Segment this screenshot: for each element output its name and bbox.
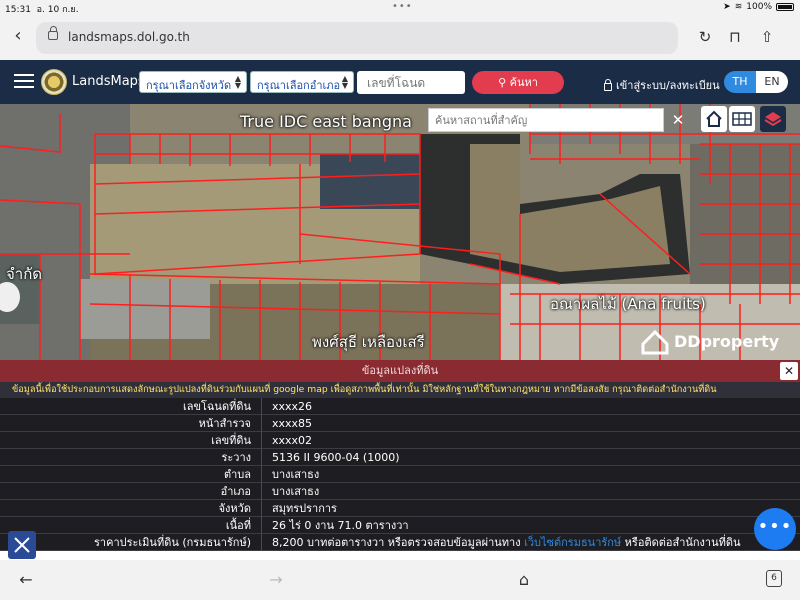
lang-en-button[interactable]: EN (756, 71, 788, 93)
search-button-label: ค้นหา (509, 76, 538, 89)
language-toggle: TH EN (724, 71, 788, 93)
back-arrow-icon[interactable]: ← (16, 570, 36, 590)
browser-toolbar: ‹ landsmaps.dol.go.th ↻ ⊓ ⇧ (0, 16, 800, 60)
province-select-value: กรุณาเลือกจังหวัด (146, 79, 232, 92)
row-key: เลขที่ดิน (0, 432, 262, 449)
reload-icon[interactable]: ↻ (696, 28, 714, 46)
parcel-map (0, 104, 800, 360)
chevron-updown-icon: ▲ ▼ (234, 74, 241, 90)
ddproperty-logo-icon (641, 329, 669, 355)
table-row: อำเภอ บางเสาธง (0, 483, 800, 500)
table-row: หน้าสำรวจ xxxx85 (0, 415, 800, 432)
row-key: เลขโฉนดที่ดิน (0, 398, 262, 415)
row-key: อำเภอ (0, 483, 262, 500)
table-row: ระวาง 5136 II 9600-04 (1000) (0, 449, 800, 466)
deed-number-input[interactable] (357, 71, 465, 94)
login-label: เข้าสู่ระบบ/ลงทะเบียน (616, 79, 720, 92)
lock-icon (604, 78, 612, 91)
address-bar[interactable]: landsmaps.dol.go.th (36, 22, 678, 54)
app-navbar: LandsMaps กรุณาเลือกจังหวัด ▲ ▼ กรุณาเลือ… (0, 60, 800, 104)
tabs-button[interactable]: 6 (766, 570, 782, 587)
row-value: xxxx85 (272, 417, 313, 430)
table-row: เลขที่ดิน xxxx02 (0, 432, 800, 449)
grid-icon[interactable] (729, 106, 755, 132)
price-text: 8,200 บาทต่อตารางวา หรือตรวจสอบข้อมูลผ่า… (272, 536, 525, 549)
dol-logo (41, 69, 67, 95)
bookmark-icon[interactable]: ⊓ (726, 28, 744, 46)
row-value: บางเสาธง (272, 468, 320, 481)
map-canvas[interactable]: True IDC east bangna พงศ์สุธี เหลืองเสรี… (0, 104, 800, 360)
table-row: ราคาประเมินที่ดิน (กรมธนารักษ์) 8,200 บา… (0, 534, 800, 551)
search-icon: ⚲ (498, 76, 507, 89)
measure-tool-icon[interactable] (8, 531, 36, 559)
row-value: สมุทรปราการ (272, 502, 337, 515)
status-right: ➤ ≋ 100% (723, 2, 794, 12)
row-value: 5136 II 9600-04 (1000) (272, 451, 400, 464)
row-value: xxxx26 (272, 400, 313, 413)
map-label-fruits: อณาผลไม้ (Ana fruits) (550, 295, 706, 313)
lang-th-button[interactable]: TH (724, 71, 756, 93)
home-icon[interactable]: ⌂ (514, 570, 534, 590)
price-suffix: หรือติดต่อสำนักงานที่ดิน (621, 536, 741, 549)
browser-back-icon[interactable]: ‹ (8, 26, 28, 46)
district-select[interactable]: กรุณาเลือกอำเภอ ▲ ▼ (250, 71, 354, 93)
map-label-owner: พงศ์สุธี เหลืองเสรี (312, 333, 425, 351)
close-panel-icon[interactable]: ✕ (780, 362, 798, 380)
province-select[interactable]: กรุณาเลือกจังหวัด ▲ ▼ (139, 71, 247, 93)
row-value: 8,200 บาทต่อตารางวา หรือตรวจสอบข้อมูลผ่า… (272, 534, 741, 551)
treasury-website-link[interactable]: เว็บไซต์กรมธนารักษ์ (524, 536, 621, 549)
panel-title: ข้อมูลแปลงที่ดิน (0, 360, 800, 382)
location-icon: ➤ (723, 2, 731, 12)
row-value: 26 ไร่ 0 งาน 71.0 ตารางวา (272, 519, 409, 532)
row-key: หน้าสำรวจ (0, 415, 262, 432)
forward-arrow-icon[interactable]: → (266, 570, 286, 590)
home-icon[interactable] (701, 106, 727, 132)
more-options-button[interactable]: ••• (754, 508, 796, 550)
chevron-updown-icon: ▲ ▼ (341, 74, 348, 90)
map-label-true-idc: True IDC east bangna (240, 112, 412, 131)
hamburger-menu-icon[interactable] (14, 74, 34, 89)
url-text: landsmaps.dol.go.th (68, 30, 190, 44)
table-row: จังหวัด สมุทรปราการ (0, 500, 800, 517)
parcel-info-table: เลขโฉนดที่ดิน xxxx26 หน้าสำรวจ xxxx85 เล… (0, 398, 800, 551)
status-time-date: 15:31 อ. 10 ก.ย. (5, 5, 79, 15)
wifi-icon: ≋ (734, 2, 743, 12)
browser-bottom-bar: ← → ⌂ 6 (0, 560, 800, 600)
row-key: ตำบล (0, 466, 262, 483)
ddproperty-text: DDproperty (674, 331, 780, 351)
share-icon[interactable]: ⇧ (758, 28, 776, 46)
disclaimer-notice: ข้อมูลนี้เพื่อใช้ประกอบการแสดงลักษณะรูปแ… (0, 382, 800, 398)
battery-icon (776, 3, 794, 11)
district-select-value: กรุณาเลือกอำเภอ (257, 79, 341, 92)
table-row: เนื้อที่ 26 ไร่ 0 งาน 71.0 ตารางวา (0, 517, 800, 534)
row-value: xxxx02 (272, 434, 313, 447)
row-key: เนื้อที่ (0, 517, 262, 534)
lock-icon (48, 26, 58, 40)
row-value: บางเสาธง (272, 485, 320, 498)
row-key: ระวาง (0, 449, 262, 466)
table-row: เลขโฉนดที่ดิน xxxx26 (0, 398, 800, 415)
layers-icon[interactable] (760, 106, 786, 132)
status-bar: 15:31 อ. 10 ก.ย. ••• ➤ ≋ 100% (0, 0, 800, 16)
battery-percent: 100% (746, 2, 772, 12)
row-key: ราคาประเมินที่ดิน (กรมธนารักษ์) (0, 534, 262, 551)
login-link[interactable]: เข้าสู่ระบบ/ลงทะเบียน (604, 76, 720, 94)
place-search-input[interactable] (428, 108, 664, 132)
table-row: ตำบล บางเสาธง (0, 466, 800, 483)
multitask-dots-icon[interactable]: ••• (392, 1, 413, 12)
search-button[interactable]: ⚲ ค้นหา (472, 71, 564, 94)
brand-name: LandsMaps (72, 74, 145, 89)
clear-search-icon[interactable]: ✕ (668, 110, 688, 130)
ddproperty-watermark: DDproperty (640, 326, 779, 356)
row-key: จังหวัด (0, 500, 262, 517)
